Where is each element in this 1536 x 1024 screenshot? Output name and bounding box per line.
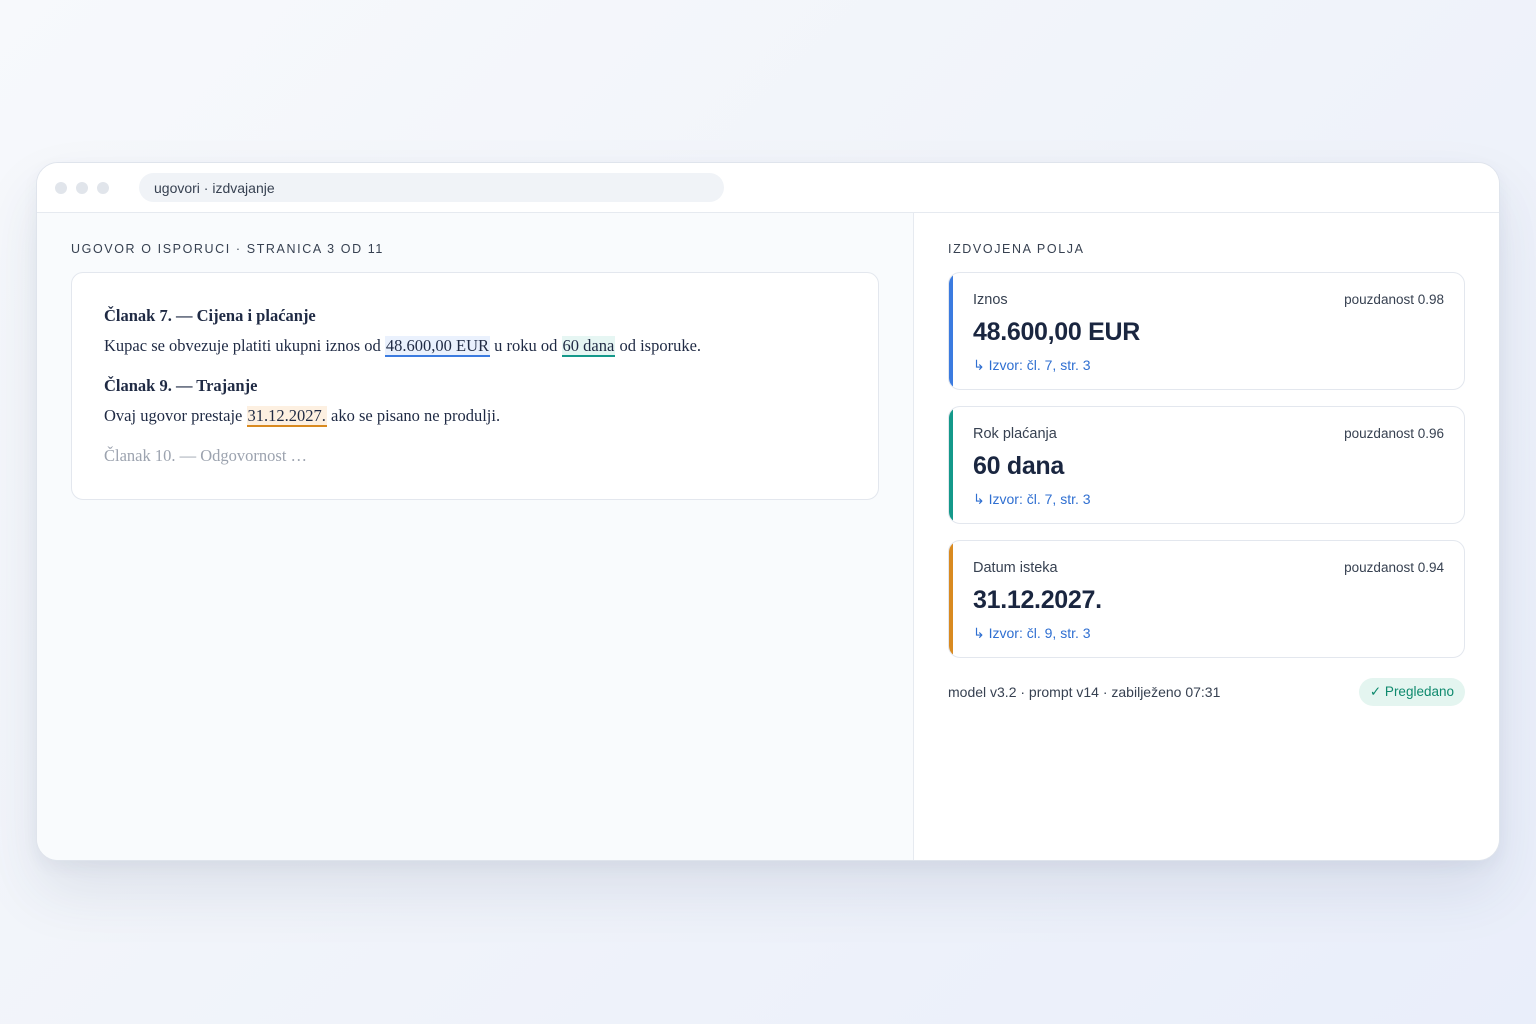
model-meta: model v3.2 · prompt v14 · zabilježeno 07… <box>948 684 1221 700</box>
maximize-window-dot[interactable] <box>97 181 109 194</box>
highlight-term[interactable]: 60 dana <box>561 336 616 357</box>
title-bar: ugovori · izdvajanje <box>37 163 1499 213</box>
field-label: Iznos <box>973 292 1008 308</box>
field-value: 60 dana <box>973 452 1065 480</box>
article-7-heading: Članak 7. — Cijena i plaćanje <box>104 306 316 325</box>
confidence-score: pouzdanost 0.96 <box>1344 426 1444 441</box>
field-value: 48.600,00 EUR <box>973 318 1141 346</box>
article-9-text-before: Ovaj ugovor prestaje <box>104 406 243 425</box>
field-accent-bar <box>949 273 953 389</box>
source-link[interactable]: ↳ Izvor: čl. 9, str. 3 <box>973 625 1444 642</box>
app-window: ugovori · izdvajanje UGOVOR O ISPORUCI ·… <box>36 162 1500 861</box>
field-card-expiry-date[interactable]: Datum isteka pouzdanost 0.94 31.12.2027.… <box>948 540 1465 658</box>
article-10-heading: Članak 10. — Odgovornost … <box>104 446 308 465</box>
field-card-amount[interactable]: Iznos pouzdanost 0.98 48.600,00 EUR ↳ Iz… <box>948 272 1465 390</box>
article-9-heading: Članak 9. — Trajanje <box>104 376 258 395</box>
field-accent-bar <box>949 541 953 657</box>
field-label: Rok plaćanja <box>973 426 1057 442</box>
article-7-text-after: od isporuke. <box>619 336 702 355</box>
window-controls <box>55 181 109 194</box>
document-header: UGOVOR O ISPORUCI · STRANICA 3 OD 11 <box>71 242 384 256</box>
highlight-amount[interactable]: 48.600,00 EUR <box>384 336 491 357</box>
address-text: ugovori · izdvajanje <box>154 179 275 196</box>
article-9-text: Ovaj ugovor prestaje 31.12.2027. ako se … <box>104 405 846 427</box>
document-pane: UGOVOR O ISPORUCI · STRANICA 3 OD 11 Čla… <box>37 213 914 860</box>
field-card-payment-term[interactable]: Rok plaćanja pouzdanost 0.96 60 dana ↳ I… <box>948 406 1465 524</box>
extracted-fields-pane: IZDVOJENA POLJA Iznos pouzdanost 0.98 48… <box>914 213 1499 860</box>
close-window-dot[interactable] <box>55 181 67 194</box>
extraction-footer: model v3.2 · prompt v14 · zabilježeno 07… <box>948 678 1465 706</box>
highlight-date[interactable]: 31.12.2027. <box>246 406 327 427</box>
article-7-text-before: Kupac se obvezuje platiti ukupni iznos o… <box>104 336 381 355</box>
confidence-score: pouzdanost 0.94 <box>1344 560 1444 575</box>
confidence-score: pouzdanost 0.98 <box>1344 292 1444 307</box>
article-7-text-middle: u roku od <box>494 336 558 355</box>
field-label: Datum isteka <box>973 560 1058 576</box>
field-value: 31.12.2027. <box>973 586 1102 614</box>
field-accent-bar <box>949 407 953 523</box>
source-link[interactable]: ↳ Izvor: čl. 7, str. 3 <box>973 491 1444 508</box>
source-link[interactable]: ↳ Izvor: čl. 7, str. 3 <box>973 357 1444 374</box>
minimize-window-dot[interactable] <box>76 181 88 194</box>
extracted-header: IZDVOJENA POLJA <box>948 242 1085 256</box>
article-9-text-after: ako se pisano ne produlji. <box>331 406 501 425</box>
main-content: UGOVOR O ISPORUCI · STRANICA 3 OD 11 Čla… <box>37 213 1499 860</box>
document-page: Članak 7. — Cijena i plaćanje Kupac se o… <box>71 272 879 500</box>
reviewed-status-badge[interactable]: ✓ Pregledano <box>1358 678 1465 706</box>
address-bar[interactable]: ugovori · izdvajanje <box>139 173 724 202</box>
article-7-text: Kupac se obvezuje platiti ukupni iznos o… <box>104 335 846 357</box>
